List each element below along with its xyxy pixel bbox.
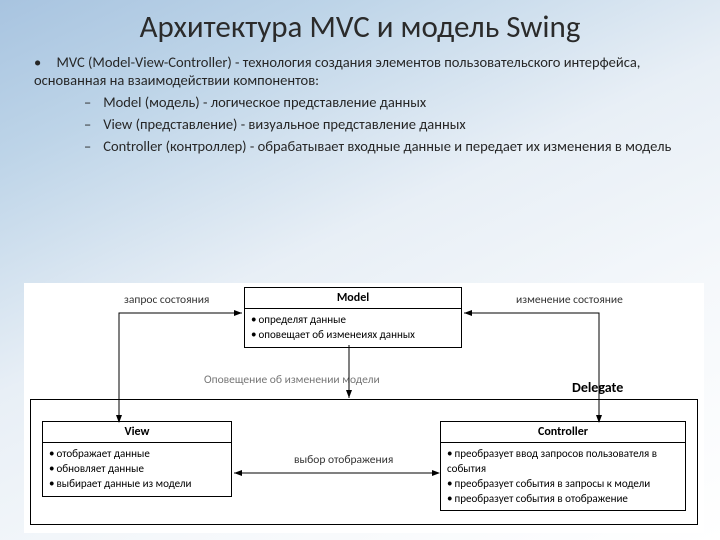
box-controller-item: преобразует события в запросы к модели	[447, 477, 679, 492]
bullet-controller: Controller (контроллер) - обрабатывает в…	[84, 137, 686, 155]
box-view-title: View	[43, 422, 231, 443]
edge-label-state-request: запрос состояния	[124, 293, 209, 307]
edge-label-state-change: изменение состояние	[516, 293, 623, 307]
box-view-item: выбирает данные из модели	[49, 477, 225, 492]
box-view: View отображает данные обновляет данные …	[42, 421, 232, 497]
edge-label-view-select: выбор отображения	[294, 453, 393, 467]
mvc-diagram: Delegate Model определят данные оповещае…	[24, 283, 704, 533]
slide-content: MVC (Model-View-Controller) - технология…	[0, 51, 720, 155]
box-model: Model определят данные оповещает об изме…	[244, 287, 462, 348]
box-controller-item: преобразует ввод запросов пользователя в…	[447, 447, 679, 477]
box-controller: Controller преобразует ввод запросов пол…	[440, 421, 686, 511]
bullet-view: View (представление) - визуальное предст…	[84, 115, 686, 133]
lead-text: MVC (Model-View-Controller) - технология…	[34, 53, 640, 89]
bullet-model: Model (модель) - логическое представлени…	[84, 93, 686, 111]
delegate-label: Delegate	[572, 379, 623, 396]
box-controller-item: преобразует события в отображение	[447, 492, 679, 507]
box-model-item: оповещает об изменеиях данных	[251, 328, 455, 343]
edge-label-notify: Оповещение об изменении модели	[204, 373, 380, 387]
box-view-item: отображает данные	[49, 447, 225, 462]
box-controller-title: Controller	[441, 422, 685, 443]
box-model-item: определят данные	[251, 313, 455, 328]
box-model-title: Model	[245, 288, 461, 309]
box-view-item: обновляет данные	[49, 462, 225, 477]
slide-title: Архитектура MVC и модель Swing	[0, 0, 720, 51]
